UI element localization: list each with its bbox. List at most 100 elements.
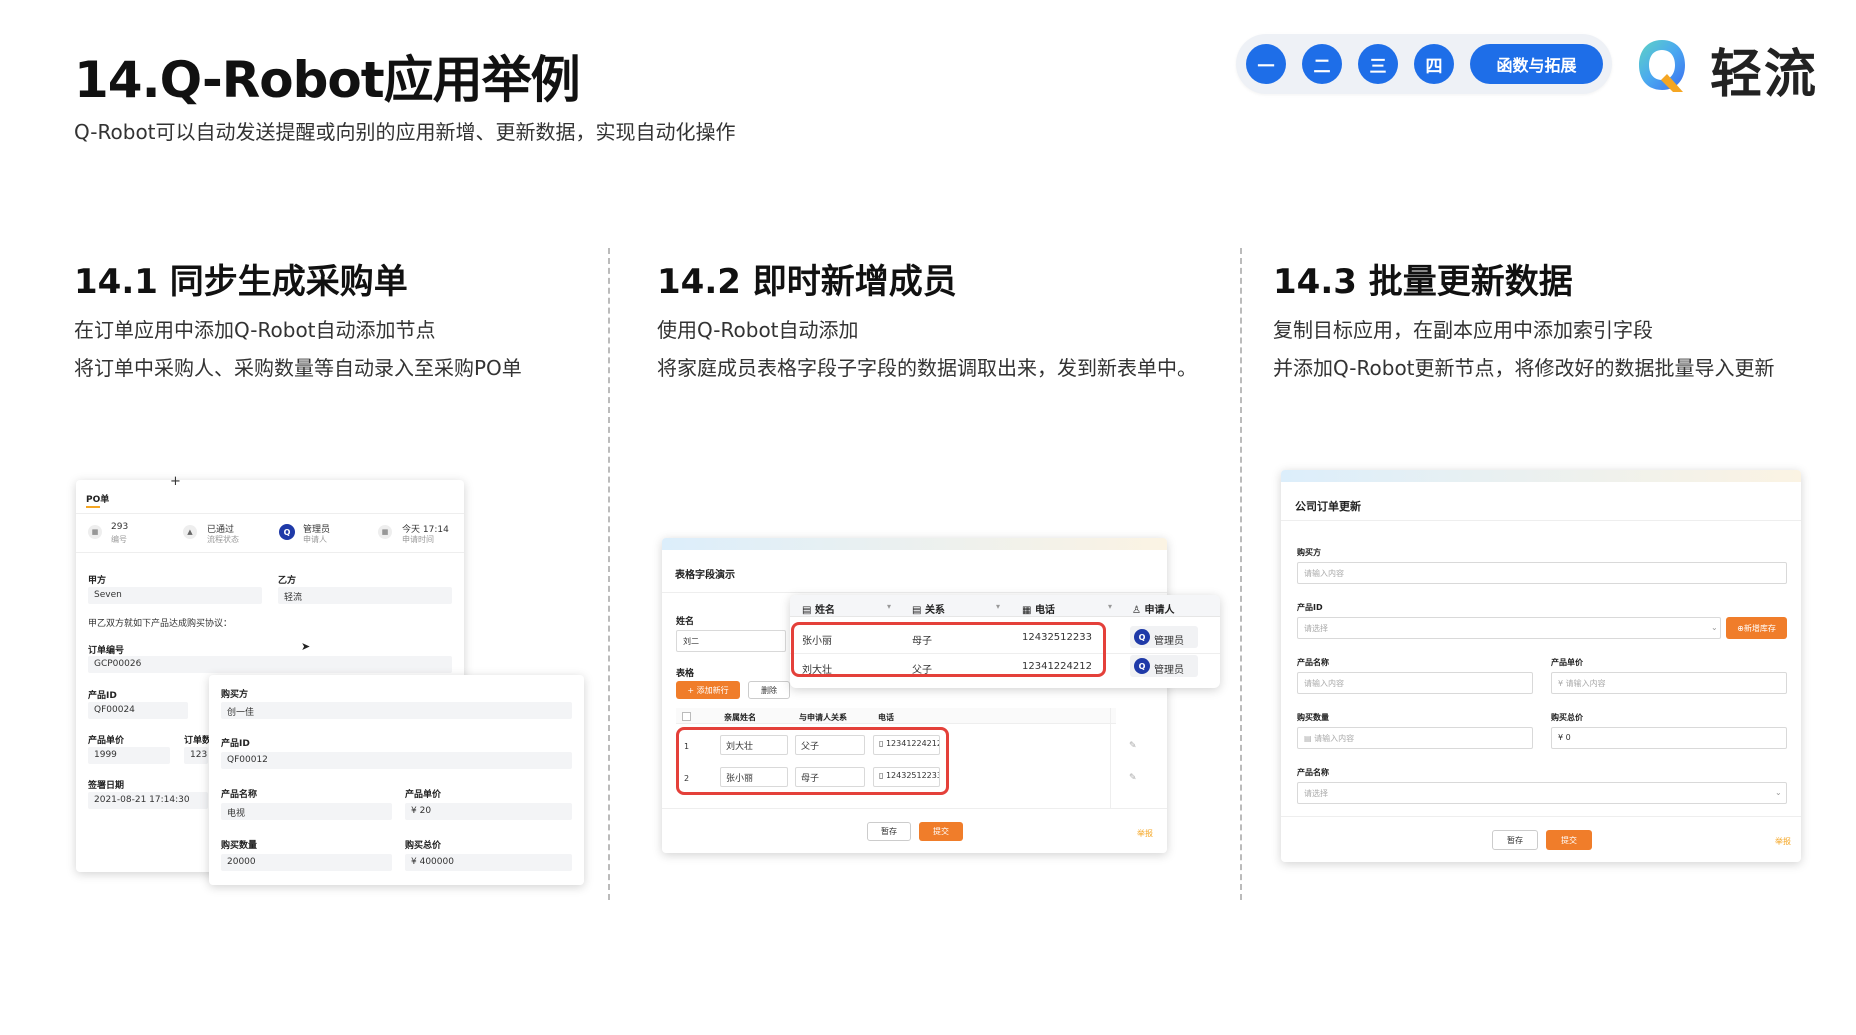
section-1-title: 14.1 同步生成采购单: [74, 262, 408, 302]
qingliu-logo-text: 轻流: [1710, 45, 1819, 105]
title-underline: [86, 506, 100, 508]
submit-button[interactable]: 提交: [1546, 830, 1592, 850]
party-a-field[interactable]: Seven: [88, 587, 262, 604]
chevron-down-icon[interactable]: ⌄: [1711, 623, 1718, 632]
product-id-label: 产品ID: [1297, 603, 1323, 612]
section-1-line-2: 将订单中采购人、采购数量等自动录入至采购PO单: [74, 356, 522, 380]
party-a-label: 甲方: [88, 576, 107, 586]
chevron-down-icon[interactable]: ⌄: [1775, 788, 1782, 797]
section-3-line-1: 复制目标应用，在副本应用中添加索引字段: [1273, 318, 1653, 342]
new-stock-button[interactable]: ⊕ 新增库存: [1726, 617, 1787, 639]
form-title: 表格字段演示: [675, 570, 735, 581]
section-2-line-2: 将家庭成员表格字段子字段的数据调取出来，发到新表单中。: [657, 356, 1197, 380]
report-link[interactable]: 举报: [1137, 828, 1153, 839]
sort-arrow-icon[interactable]: ▾: [996, 602, 1000, 611]
po-form-title: PO单: [86, 495, 110, 505]
purchase-qty-placeholder: 请输入内容: [1314, 734, 1355, 743]
sign-date-field[interactable]: 2021-08-21 17:14:30: [88, 792, 208, 809]
mouse-pointer-icon: ➤: [301, 640, 311, 653]
applicant-avatar-icon: Q: [279, 524, 295, 540]
product-id-select[interactable]: 请选择: [1297, 617, 1721, 639]
purchase-qty-input[interactable]: ▤ 请输入内容: [1297, 727, 1533, 749]
section-2-line-1: 使用Q-Robot自动添加: [657, 318, 859, 342]
section-divider-1: [608, 248, 610, 900]
section-2-title: 14.2 即时新增成员: [657, 262, 957, 302]
time-icon: ▦: [378, 525, 392, 539]
save-draft-button[interactable]: 暂存: [1492, 830, 1538, 850]
chapter-1-button[interactable]: 一: [1246, 44, 1286, 84]
highlight-box: [676, 727, 949, 795]
order-number-field[interactable]: GCP00026: [88, 656, 452, 673]
sort-arrow-icon[interactable]: ▾: [887, 602, 891, 611]
product-id-field[interactable]: QF00024: [88, 702, 188, 719]
stat-number-label: 编号: [111, 535, 127, 544]
purchase-qty-label: 购买数量: [1297, 713, 1329, 722]
stat-number-value: 293: [111, 522, 129, 532]
chapter-4-button[interactable]: 四: [1414, 44, 1454, 84]
popup-row-2-applicant: 管理员: [1154, 665, 1184, 676]
order-number-label: 订单编号: [88, 646, 125, 656]
edit-icon[interactable]: ✎: [1129, 773, 1137, 783]
chapter-3-button[interactable]: 三: [1358, 44, 1398, 84]
purchase-form-card: 购买方 创一佳 产品ID QF00012 产品名称 电视 产品单价 ¥ 20 购…: [209, 675, 584, 885]
number-icon: ▦: [88, 525, 102, 539]
stat-time-label: 申请时间: [402, 535, 434, 544]
product-price-field[interactable]: ¥ 20: [405, 803, 572, 820]
name-input[interactable]: 刘二: [676, 630, 786, 652]
order-qty-label: 订单数: [184, 736, 212, 746]
popup-row-1-applicant: 管理员: [1154, 636, 1184, 647]
product-name-select[interactable]: 请选择: [1297, 782, 1787, 804]
product-id-field-2[interactable]: QF00012: [221, 752, 572, 769]
agreement-text: 甲乙双方就如下产品达成购买协议：: [88, 619, 233, 629]
table-label: 表格: [676, 669, 695, 679]
crosshair-cursor-icon: +: [170, 474, 181, 489]
sign-date-label: 签署日期: [88, 781, 125, 791]
stat-applicant-label: 申请人: [303, 535, 327, 544]
product-name-label: 产品名称: [1297, 658, 1329, 667]
edit-icon[interactable]: ✎: [1129, 741, 1137, 751]
party-b-label: 乙方: [278, 576, 297, 586]
purchase-total-label: 购买总价: [1551, 713, 1583, 722]
functions-extension-button[interactable]: 函数与拓展: [1470, 44, 1603, 84]
highlight-box: [791, 622, 1106, 677]
header-name: ▤ 姓名: [802, 605, 835, 616]
product-id-label: 产品ID: [88, 691, 117, 701]
chapter-nav: 一 二 三 四 函数与拓展: [1236, 34, 1612, 94]
purchase-total-label: 购买总价: [405, 841, 442, 851]
chapter-2-button[interactable]: 二: [1302, 44, 1342, 84]
form-title: 公司订单更新: [1295, 500, 1361, 513]
col-phone: 电话: [878, 713, 894, 722]
purchase-total-input[interactable]: ¥ 0: [1551, 727, 1787, 749]
purchase-total-field[interactable]: ¥ 400000: [405, 854, 572, 871]
add-row-button[interactable]: + 添加新行: [676, 681, 740, 699]
select-all-checkbox[interactable]: [682, 712, 691, 721]
admin-avatar-icon: Q: [1134, 658, 1150, 674]
product-name-input[interactable]: 请输入内容: [1297, 672, 1533, 694]
qingliu-logo-icon: [1639, 40, 1685, 92]
header-name-text: 姓名: [814, 605, 835, 616]
unit-price-field[interactable]: 1999: [88, 747, 170, 764]
section-1-line-1: 在订单应用中添加Q-Robot自动添加节点: [74, 318, 436, 342]
buyer-label: 购买方: [1297, 548, 1321, 557]
buyer-input[interactable]: 请输入内容: [1297, 562, 1787, 584]
name-label: 姓名: [676, 617, 695, 627]
sort-arrow-icon[interactable]: ▾: [1108, 602, 1112, 611]
party-b-field[interactable]: 轻流: [278, 587, 452, 604]
purchase-qty-label: 购买数量: [221, 841, 258, 851]
purchase-qty-field[interactable]: 20000: [221, 854, 392, 871]
product-price-label: 产品单价: [405, 790, 442, 800]
report-link[interactable]: 举报: [1775, 836, 1791, 847]
page-title: 14.Q-Robot应用举例: [74, 51, 581, 109]
delete-button[interactable]: 删除: [748, 681, 790, 699]
buyer-field[interactable]: 创一佳: [221, 702, 572, 719]
save-draft-button[interactable]: 暂存: [867, 822, 911, 841]
col-relative-name: 亲属姓名: [724, 713, 756, 722]
buyer-label: 购买方: [221, 690, 249, 700]
product-price-input[interactable]: ¥ 请输入内容: [1551, 672, 1787, 694]
header-applicant: ♙ 申请人: [1132, 605, 1175, 616]
product-name-field[interactable]: 电视: [221, 803, 392, 820]
header-applicant-text: 申请人: [1144, 605, 1175, 616]
order-qty-field[interactable]: 123: [184, 747, 208, 764]
submit-button[interactable]: 提交: [919, 822, 963, 841]
section-3-title: 14.3 批量更新数据: [1273, 262, 1573, 302]
